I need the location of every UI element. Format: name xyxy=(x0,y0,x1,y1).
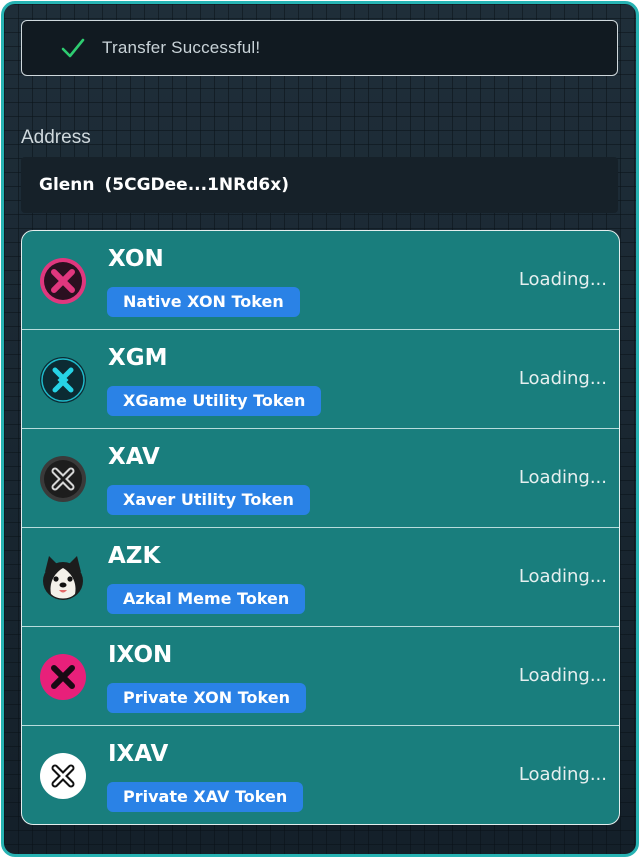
token-description-badge: Azkal Meme Token xyxy=(107,584,306,614)
token-symbol: IXAV xyxy=(108,741,169,767)
token-symbol: IXON xyxy=(108,642,173,668)
token-row-xav[interactable]: XAV Xaver Utility Token Loading... xyxy=(22,429,619,528)
token-symbol: XON xyxy=(108,246,164,272)
token-row-azk[interactable]: AZK Azkal Meme Token Loading... xyxy=(22,528,619,627)
token-description-badge: Native XON Token xyxy=(107,287,300,317)
ixon-logo-icon xyxy=(39,653,87,701)
token-balance: Loading... xyxy=(518,566,607,587)
token-symbol: AZK xyxy=(108,543,161,569)
token-balance: Loading... xyxy=(518,368,607,389)
token-description-badge: Private XON Token xyxy=(107,683,306,713)
app-frame: Transfer Successful! Address Glenn (5CGD… xyxy=(1,1,639,857)
token-row-xgm[interactable]: XGM XGame Utility Token Loading... xyxy=(22,330,619,429)
token-balance: Loading... xyxy=(518,665,607,686)
token-symbol: XGM xyxy=(108,345,168,371)
check-icon xyxy=(60,35,86,61)
token-row-ixon[interactable]: IXON Private XON Token Loading... xyxy=(22,627,619,726)
token-balance: Loading... xyxy=(518,269,607,290)
token-balance: Loading... xyxy=(518,764,607,785)
token-description-badge: Private XAV Token xyxy=(107,782,304,812)
ixav-logo-icon xyxy=(39,752,87,800)
token-description-badge: Xaver Utility Token xyxy=(107,485,310,515)
token-balance: Loading... xyxy=(518,467,607,488)
token-row-ixav[interactable]: IXAV Private XAV Token Loading... xyxy=(22,726,619,824)
token-description-badge: XGame Utility Token xyxy=(107,386,322,416)
xav-logo-icon xyxy=(39,455,87,503)
transfer-toast: Transfer Successful! xyxy=(21,20,618,76)
address-label: Address xyxy=(21,127,91,148)
toast-message: Transfer Successful! xyxy=(102,38,261,57)
xon-logo-icon xyxy=(39,257,87,305)
token-list: XON Native XON Token Loading... XGM XGam… xyxy=(21,230,620,825)
account-name: Glenn xyxy=(39,175,95,195)
xgm-logo-icon xyxy=(39,356,87,404)
azk-dog-logo-icon xyxy=(39,554,87,602)
token-row-xon[interactable]: XON Native XON Token Loading... xyxy=(22,231,619,330)
account-address: (5CGDee...1NRd6x) xyxy=(104,175,289,195)
address-selector[interactable]: Glenn (5CGDee...1NRd6x) xyxy=(21,157,618,213)
token-symbol: XAV xyxy=(108,444,160,470)
